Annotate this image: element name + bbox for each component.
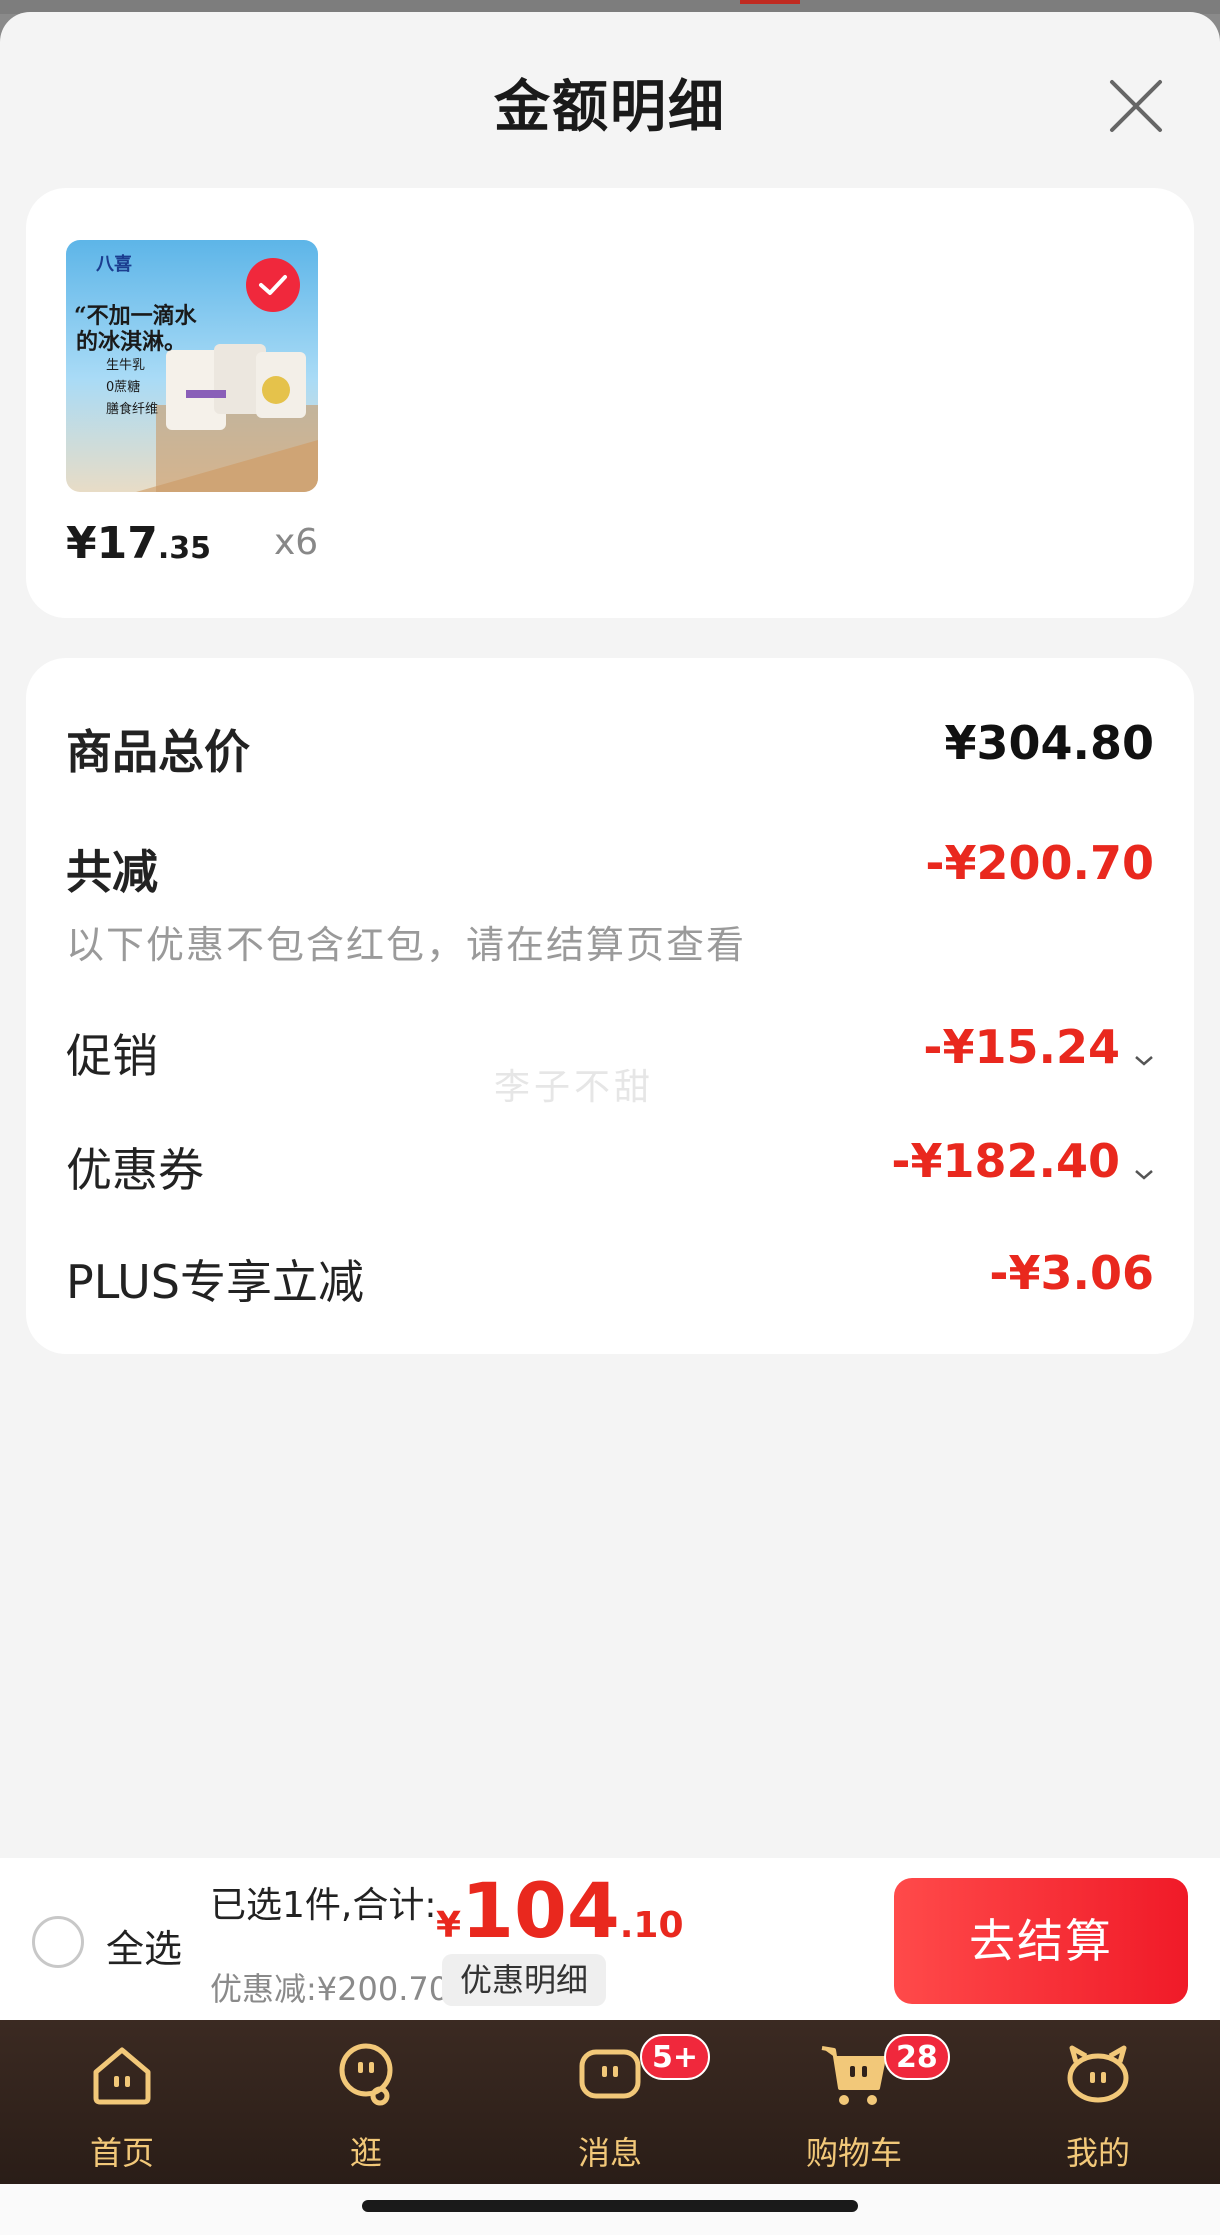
price-summary-card: 商品总价 ¥304.80 共减 -¥200.70 以下优惠不包含红包，请在结算页…: [26, 658, 1194, 1354]
status-indicator: [740, 0, 800, 4]
promotion-row[interactable]: -¥15.24: [923, 1020, 1154, 1078]
promotion-label: 促销: [66, 1029, 158, 1083]
product-caption-2: 的冰淇淋。: [76, 329, 187, 355]
close-icon[interactable]: [1108, 78, 1164, 134]
coupon-value: -¥182.40: [891, 1134, 1120, 1188]
tab-profile-label: 我的: [1065, 2134, 1130, 2172]
home-icon: [93, 2047, 151, 2105]
plus-discount-label: PLUS专享立减: [66, 1255, 364, 1309]
product-brand: 八喜: [96, 254, 132, 275]
product-bullet-2: 0蔗糖: [106, 380, 141, 395]
grand-total-symbol: ¥: [436, 1905, 462, 1946]
total-discount-value: -¥200.70: [925, 836, 1154, 890]
coupon-row[interactable]: -¥182.40: [891, 1134, 1154, 1192]
cart-icon: [821, 2046, 886, 2105]
tab-messages[interactable]: 5+ 消息: [510, 2020, 711, 2184]
grand-total-int: 104: [461, 1866, 620, 1955]
product-bullet-1: 生牛乳: [106, 358, 146, 373]
tab-bar: 首页 逛 5+ 消息 28 购物车 我的: [0, 2020, 1220, 2184]
profile-icon: [1067, 2045, 1129, 2103]
discount-note: 以下优惠不包含红包，请在结算页查看: [66, 923, 747, 967]
cart-badge: 28: [884, 2034, 950, 2080]
total-price-label: 商品总价: [66, 725, 250, 779]
tab-home[interactable]: 首页: [22, 2020, 222, 2184]
chevron-down-icon: [1134, 1138, 1154, 1192]
total-price-value: ¥304.80: [944, 716, 1154, 770]
select-all-radio[interactable]: [32, 1916, 84, 1968]
product-price-dec: .35: [157, 531, 212, 566]
browse-icon: [339, 2043, 393, 2106]
selected-check-icon[interactable]: [246, 258, 300, 312]
tab-home-label: 首页: [89, 2134, 154, 2172]
coupon-label: 优惠券: [66, 1143, 204, 1197]
grand-total: ¥104.10: [436, 1866, 684, 1955]
chevron-down-icon: [1134, 1024, 1154, 1078]
message-icon: [579, 2049, 641, 2099]
tab-profile[interactable]: 我的: [998, 2020, 1198, 2184]
tab-browse[interactable]: 逛: [266, 2020, 466, 2184]
home-indicator-pill[interactable]: [362, 2200, 858, 2212]
checkout-bar: 全选 已选1件,合计: ¥104.10 优惠减:¥200.70 优惠明细 去结算: [0, 1858, 1220, 2020]
promotion-value: -¥15.24: [923, 1020, 1120, 1074]
tab-cart-label: 购物车: [805, 2134, 902, 2172]
selected-count-text: 已选1件,合计:: [210, 1885, 437, 1926]
tab-messages-label: 消息: [577, 2134, 642, 2172]
checkout-button[interactable]: 去结算: [894, 1878, 1188, 2004]
grand-total-dec: .10: [619, 1905, 684, 1946]
product-card: 八喜 “不加一滴水 的冰淇淋。 生牛乳 0蔗糖 膳食纤维 ¥17.35 x6: [26, 188, 1194, 618]
product-thumbnail[interactable]: 八喜 “不加一滴水 的冰淇淋。 生牛乳 0蔗糖 膳食纤维: [66, 240, 318, 492]
total-discount-label: 共减: [66, 845, 158, 899]
sheet-title: 金额明细: [494, 75, 726, 140]
discount-detail-button[interactable]: 优惠明细: [442, 1954, 607, 2006]
amount-detail-sheet: 金额明细 八喜 “不加一滴水 的冰淇淋。 生牛乳 0蔗糖 膳食纤维 ¥17.35…: [0, 12, 1220, 2024]
messages-badge: 5+: [640, 2034, 711, 2080]
product-price-int: ¥17: [66, 518, 158, 569]
plus-discount-value: -¥3.06: [989, 1246, 1154, 1300]
product-price: ¥17.35: [66, 518, 211, 569]
tab-browse-label: 逛: [349, 2134, 382, 2172]
select-all-label[interactable]: 全选: [106, 1918, 182, 1973]
home-indicator: [0, 2184, 1220, 2235]
product-bullet-3: 膳食纤维: [106, 402, 159, 417]
tab-cart[interactable]: 28 购物车: [754, 2020, 954, 2184]
product-quantity: x6: [274, 522, 319, 563]
watermark: 李子不甜: [494, 1067, 655, 1108]
saved-amount-text: 优惠减:¥200.70: [210, 1970, 450, 2008]
